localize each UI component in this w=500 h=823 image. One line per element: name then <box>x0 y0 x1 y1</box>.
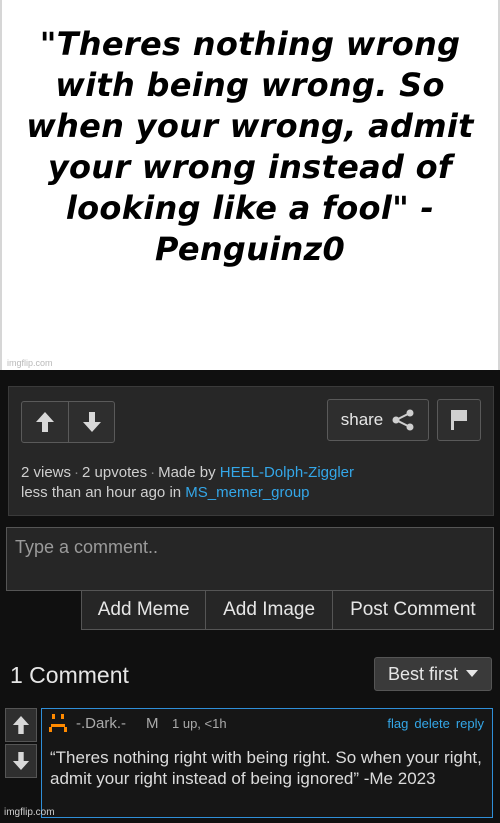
comment-text: “Theres nothing right with being right. … <box>50 748 482 788</box>
avatar-icon[interactable] <box>48 713 68 735</box>
sort-select[interactable]: Best first <box>374 657 492 691</box>
add-image-button[interactable]: Add Image <box>206 591 333 629</box>
sort-selected-label: Best first <box>387 663 458 684</box>
view-count: 2 views <box>21 464 72 481</box>
flag-link[interactable]: flag <box>387 716 408 731</box>
comment-item: -.Dark.- M 1 up, <1h flag delete reply “… <box>41 708 493 818</box>
reply-link[interactable]: reply <box>456 716 484 731</box>
upvote-arrow-icon <box>12 716 30 734</box>
post-stats: 2 views · 2 upvotes · Made by HEEL-Dolph-Zig… <box>21 464 355 501</box>
time-label: less than an hour ago in <box>21 484 182 501</box>
made-by-label: Made by <box>158 464 216 481</box>
downvote-arrow-icon <box>82 412 101 432</box>
imgflip-watermark-bottom: imgflip.com <box>4 807 55 818</box>
comment-field-wrapper <box>6 527 494 591</box>
imgflip-watermark: imgflip.com <box>7 358 53 368</box>
comment-vote-group <box>5 708 39 778</box>
stream-link[interactable]: MS_memer_group <box>185 484 309 501</box>
comment-actions: Add Meme Add Image Post Comment <box>81 591 494 630</box>
upvote-count: 2 upvotes <box>82 464 148 481</box>
share-label: share <box>340 410 384 429</box>
downvote-arrow-icon <box>12 752 30 770</box>
downvote-button[interactable] <box>68 402 114 442</box>
flag-icon <box>451 410 467 430</box>
dropdown-caret-icon <box>466 670 478 677</box>
comment-username[interactable]: -.Dark.- <box>76 715 126 732</box>
share-button[interactable]: share <box>327 399 429 441</box>
post-info-panel: share 2 views · 2 upvotes · Made by HEEL-Dol… <box>8 386 494 516</box>
comment-input[interactable] <box>7 528 493 590</box>
upvote-arrow-icon <box>36 412 54 432</box>
share-icon <box>392 409 414 431</box>
author-link[interactable]: HEEL-Dolph-Ziggler <box>220 464 354 481</box>
delete-link[interactable]: delete <box>414 716 449 731</box>
post-area: share 2 views · 2 upvotes · Made by HEEL-Dol… <box>0 370 500 823</box>
post-vote-group <box>21 401 115 443</box>
meme-caption: "Theres nothing wrong with being wrong. … <box>26 25 474 268</box>
flag-button[interactable] <box>437 399 481 441</box>
upvote-button[interactable] <box>22 402 68 442</box>
user-badge: M <box>146 715 159 732</box>
meme-image: "Theres nothing wrong with being wrong. … <box>0 0 500 370</box>
comment-downvote-button[interactable] <box>5 744 37 778</box>
post-comment-button[interactable]: Post Comment <box>333 591 493 629</box>
add-meme-button[interactable]: Add Meme <box>82 591 207 629</box>
comment-meta: 1 up, <1h <box>172 716 227 731</box>
comment-action-links: flag delete reply <box>387 716 484 731</box>
comment-count: 1 Comment <box>10 662 129 688</box>
comment-upvote-button[interactable] <box>5 708 37 742</box>
